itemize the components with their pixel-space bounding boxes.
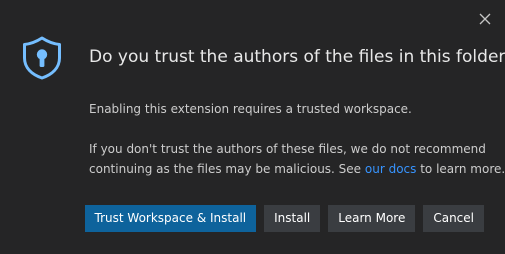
detail-text-after-link: to learn more. xyxy=(416,162,505,176)
trust-workspace-install-button[interactable]: Trust Workspace & Install xyxy=(84,205,257,232)
dialog-message: Enabling this extension requires a trust… xyxy=(89,102,412,116)
detail-line-2: continuing as the files may be malicious… xyxy=(89,159,505,179)
cancel-button[interactable]: Cancel xyxy=(423,205,484,232)
close-icon xyxy=(479,13,491,25)
dialog-detail: If you don't trust the authors of these … xyxy=(89,139,505,179)
button-row: Trust Workspace & Install Install Learn … xyxy=(84,205,484,232)
close-button[interactable] xyxy=(476,10,494,28)
learn-more-button[interactable]: Learn More xyxy=(328,205,416,232)
install-button[interactable]: Install xyxy=(264,205,321,232)
detail-line-1: If you don't trust the authors of these … xyxy=(89,142,486,156)
dialog-title: Do you trust the authors of the files in… xyxy=(89,47,505,67)
our-docs-link[interactable]: our docs xyxy=(365,162,417,176)
trust-workspace-dialog: Do you trust the authors of the files in… xyxy=(0,0,505,254)
detail-text-before-link: continuing as the files may be malicious… xyxy=(89,162,365,176)
shield-keyhole-icon xyxy=(23,36,61,80)
